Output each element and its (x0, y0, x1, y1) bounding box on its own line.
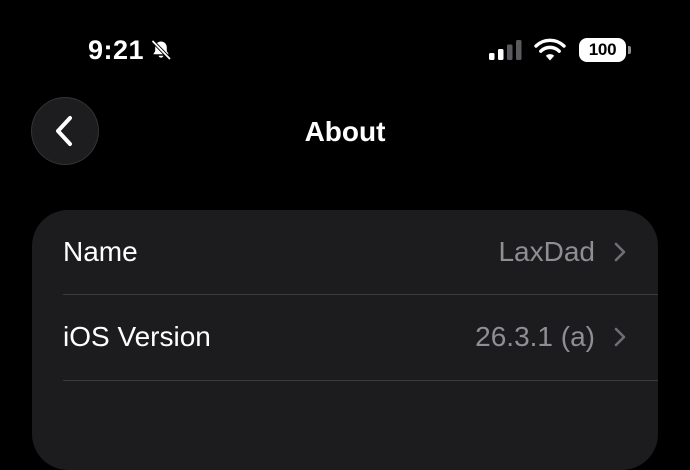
row-label-name: Name (63, 236, 138, 267)
cellular-signal-icon (488, 38, 524, 62)
status-right: 100 (488, 38, 631, 62)
ios-version-row[interactable]: iOS Version 26.3.1 (a) (32, 295, 658, 379)
name-row[interactable]: Name LaxDad (32, 210, 658, 294)
battery-indicator: 100 (579, 38, 631, 62)
battery-cap (628, 46, 631, 54)
battery-level: 100 (588, 40, 617, 59)
row-value-name: LaxDad (498, 236, 595, 267)
next-row-partial[interactable] (32, 381, 658, 465)
bell-slash-icon (150, 39, 172, 61)
settings-group: Name LaxDad iOS Version 26.3.1 (a) (32, 210, 658, 470)
page-title: About (304, 116, 386, 147)
status-bar: 9:21 100 (0, 0, 690, 100)
status-time: 9:21 (88, 35, 145, 65)
status-left: 9:21 (88, 33, 172, 67)
row-label-ios-version: iOS Version (63, 321, 211, 352)
chevron-right-icon (614, 327, 626, 347)
chevron-right-icon (614, 242, 626, 262)
wifi-icon (534, 38, 566, 62)
row-value-ios-version: 26.3.1 (a) (475, 321, 595, 352)
